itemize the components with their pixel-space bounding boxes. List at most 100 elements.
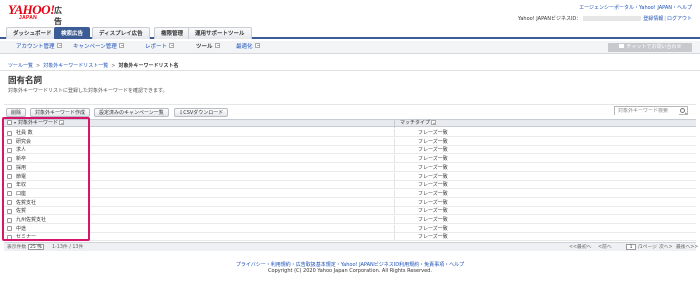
- column-separator: [394, 172, 395, 181]
- match-type-cell: フレーズ一致: [418, 182, 448, 189]
- match-type-cell: フレーズ一致: [418, 156, 448, 163]
- account-label: Yahoo! JAPANビジネスID：: [517, 16, 582, 22]
- column-separator: [394, 129, 395, 137]
- configured-campaigns-button[interactable]: 設定済みのキャンペーン一覧: [94, 108, 169, 117]
- table-row[interactable]: 社員 数 フレーズ一致: [4, 129, 696, 137]
- column-separator: [394, 189, 395, 198]
- yahoo-japan-ads-logo[interactable]: YAHOO! JAPAN 広告: [8, 3, 68, 26]
- table-row[interactable]: 中途 フレーズ一致: [4, 224, 696, 233]
- row-checkbox[interactable]: [7, 226, 12, 232]
- logout-link[interactable]: ログアウト: [667, 16, 692, 22]
- logo-ad-text: 広告: [54, 6, 62, 26]
- subtab-account-management[interactable]: アカウント管理: [16, 43, 62, 52]
- row-checkbox[interactable]: [7, 156, 12, 162]
- csv-download-button[interactable]: ⇩CSVダウンロード: [174, 108, 229, 117]
- tab-dashboard[interactable]: ダッシュボード: [6, 27, 59, 39]
- table-row[interactable]: 年収 フレーズ一致: [4, 181, 696, 190]
- delete-button[interactable]: 削除: [6, 108, 27, 117]
- match-type-cell: フレーズ一致: [418, 225, 448, 232]
- match-type-cell: フレーズ一致: [418, 138, 448, 145]
- footer-links[interactable]: プライバシー・利用規約・広告取扱基本規定・Yahoo! JAPANビジネスID利…: [0, 261, 700, 268]
- row-checkbox[interactable]: [7, 165, 12, 171]
- row-checkbox[interactable]: [7, 208, 12, 214]
- chat-icon: [618, 43, 624, 48]
- row-checkbox[interactable]: [7, 139, 12, 145]
- prev-page-link[interactable]: <前へ: [598, 244, 612, 251]
- sort-arrow-icon[interactable]: [14, 121, 16, 124]
- csv-download-label: CSVダウンロード: [183, 110, 224, 116]
- match-type-cell: フレーズ一致: [418, 199, 448, 206]
- per-page-select[interactable]: 25 件: [28, 244, 44, 250]
- table-row[interactable]: 佐賀支社 フレーズ一致: [4, 198, 696, 207]
- table-row[interactable]: 口座 フレーズ一致: [4, 189, 696, 198]
- chat-support-button[interactable]: チャットでお問い合わせ: [608, 43, 692, 52]
- row-checkbox[interactable]: [7, 130, 12, 136]
- main-nav-tabs: ダッシュボード 検索広告 ディスプレイ広告 権限管理 運用サポートツール: [0, 27, 700, 39]
- table-row[interactable]: セミナー フレーズ一致: [4, 233, 696, 242]
- subtab-label: アカウント管理: [16, 44, 55, 50]
- table-row[interactable]: 求人 フレーズ一致: [4, 146, 696, 155]
- column-separator: [394, 155, 395, 164]
- table-row[interactable]: 節電 フレーズ一致: [4, 172, 696, 181]
- subtab-campaign-management[interactable]: キャンペーン管理: [73, 43, 124, 52]
- row-checkbox[interactable]: [7, 174, 12, 179]
- subtab-label: キャンペーン管理: [73, 44, 117, 50]
- row-checkbox[interactable]: [7, 147, 12, 153]
- row-checkbox[interactable]: [7, 200, 12, 206]
- keyword-cell: 研究会: [16, 138, 32, 145]
- breadcrumb-negative-keyword-lists[interactable]: 対象外キーワードリスト一覧: [43, 63, 108, 69]
- toolbar: 削除 対象外キーワード作成 設定済みのキャンペーン一覧 ⇩CSVダウンロード: [4, 104, 696, 118]
- table-row[interactable]: 新卒 フレーズ一致: [4, 155, 696, 164]
- breadcrumb-separator: >: [36, 63, 41, 69]
- tab-permission-management[interactable]: 権限管理: [154, 27, 191, 39]
- tab-display-ads[interactable]: ディスプレイ広告: [92, 27, 150, 39]
- table-row[interactable]: 採用 フレーズ一致: [4, 163, 696, 172]
- table-row[interactable]: 佐賀 フレーズ一致: [4, 207, 696, 216]
- breadcrumb-tool-list[interactable]: ツール一覧: [8, 63, 33, 69]
- chevron-down-icon[interactable]: [431, 120, 437, 125]
- row-checkbox[interactable]: [7, 234, 12, 240]
- match-type-cell: フレーズ一致: [418, 173, 448, 180]
- create-negative-keyword-button[interactable]: 対象外キーワード作成: [30, 108, 91, 117]
- last-page-link[interactable]: 最後へ>>: [676, 244, 698, 251]
- column-separator: [394, 224, 395, 233]
- keyword-cell: 口座: [16, 190, 27, 197]
- header-match-type-label: マッチタイプ: [400, 120, 431, 126]
- table-row[interactable]: 九州佐賀支社 フレーズ一致: [4, 216, 696, 224]
- select-all-checkbox[interactable]: [7, 120, 12, 125]
- keyword-search-input[interactable]: [615, 107, 679, 115]
- first-page-link[interactable]: <<最初へ: [569, 244, 591, 251]
- keyword-search-box: [614, 106, 688, 115]
- chevron-down-icon: [214, 43, 220, 48]
- match-type-cell: フレーズ一致: [418, 147, 448, 154]
- row-checkbox[interactable]: [7, 217, 12, 223]
- match-type-cell: フレーズ一致: [418, 190, 448, 197]
- subtab-report[interactable]: レポート: [145, 43, 175, 52]
- top-links[interactable]: エージェンシーポータル・Yahoo! JAPAN・ヘルプ: [579, 4, 692, 11]
- row-checkbox[interactable]: [7, 191, 12, 197]
- subtab-optimization[interactable]: 最適化: [236, 43, 260, 52]
- sub-nav-bar: アカウント管理 キャンペーン管理 レポート ツール 最適化: [0, 41, 700, 54]
- subtab-label: ツール: [196, 44, 213, 50]
- table-row[interactable]: 研究会 フレーズ一致: [4, 137, 696, 146]
- subtab-tools[interactable]: ツール: [196, 43, 220, 52]
- chat-support-label: チャットでお問い合わせ: [626, 44, 682, 50]
- tab-search-ads[interactable]: 検索広告: [54, 27, 91, 39]
- registered-info-link[interactable]: 登録情報: [643, 16, 663, 22]
- page-info: /1ページ: [638, 245, 657, 250]
- page-title: 固有名詞: [8, 76, 43, 86]
- column-separator: [394, 198, 395, 207]
- tab-operation-support-tools[interactable]: 運用サポートツール: [188, 27, 252, 39]
- next-page-link[interactable]: 次へ>: [659, 244, 673, 251]
- page-number-input[interactable]: 1: [626, 244, 636, 250]
- per-page-label: 表示件数: [7, 245, 27, 250]
- match-type-cell: フレーズ一致: [418, 234, 448, 241]
- page-description: 対象外キーワードリストに登録した対象外キーワードを確認できます。: [8, 88, 168, 94]
- search-icon[interactable]: [680, 108, 685, 113]
- keyword-cell: 新卒: [16, 156, 27, 163]
- row-checkbox[interactable]: [7, 182, 12, 188]
- match-type-cell: フレーズ一致: [418, 130, 448, 136]
- chevron-down-icon[interactable]: [59, 120, 65, 125]
- keyword-cell: 社員 数: [16, 130, 33, 136]
- chevron-down-icon: [169, 43, 175, 48]
